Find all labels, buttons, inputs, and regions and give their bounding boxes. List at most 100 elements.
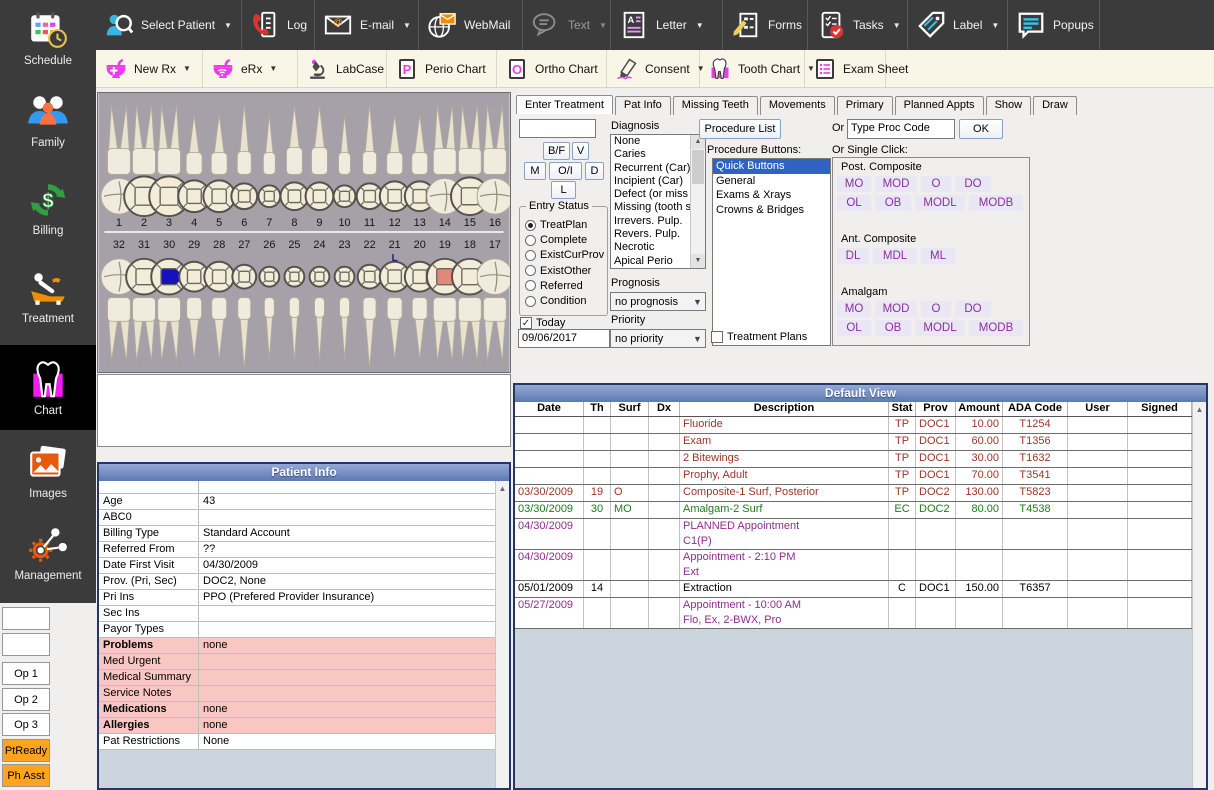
column-header-user[interactable]: User bbox=[1068, 402, 1128, 416]
operatory-cell-blank-0[interactable] bbox=[2, 607, 50, 630]
diagnosis-item-necrotic[interactable]: Necrotic bbox=[611, 241, 690, 254]
chevron-down-icon[interactable]: ▼ bbox=[403, 21, 411, 30]
quick-button-ant-composite-mdl[interactable]: MDL bbox=[873, 248, 917, 264]
surface-button-o-i[interactable]: O/I bbox=[549, 162, 582, 180]
entry-status-radio-condition[interactable]: Condition bbox=[525, 295, 586, 307]
operatory-cell-op-3[interactable]: Op 3 bbox=[2, 713, 50, 736]
diagnosis-item-revers-pulp[interactable]: Revers. Pulp. bbox=[611, 228, 690, 241]
patient-info-scrollbar[interactable]: ▲ bbox=[495, 481, 509, 788]
chevron-down-icon[interactable]: ▼ bbox=[183, 64, 191, 73]
quick-button-post-composite-mod[interactable]: MOD bbox=[875, 176, 917, 192]
procedure-category-exams-xrays[interactable]: Exams & Xrays bbox=[713, 188, 830, 203]
column-header-prov[interactable]: Prov bbox=[916, 402, 956, 416]
quick-button-post-composite-modb[interactable]: MODB bbox=[969, 195, 1023, 211]
toolbar-button-label[interactable]: Label▼ bbox=[908, 0, 1008, 50]
rx-toolbar-button-exam-sheet[interactable]: Exam Sheet bbox=[805, 50, 886, 87]
procedure-category-general[interactable]: General bbox=[713, 174, 830, 189]
column-header-dx[interactable]: Dx bbox=[649, 402, 680, 416]
procedure-row-4[interactable]: Prophy, AdultTPDOC170.00T3541 bbox=[515, 468, 1192, 485]
procedure-category-crowns-bridges[interactable]: Crowns & Bridges bbox=[713, 203, 830, 218]
toolbar-button-webmail[interactable]: WebMail bbox=[419, 0, 523, 50]
column-header-th[interactable]: Th bbox=[584, 402, 611, 416]
rx-toolbar-button-new-rx[interactable]: New Rx▼ bbox=[96, 50, 203, 87]
quick-button-ant-composite-ml[interactable]: ML bbox=[921, 248, 955, 264]
operatory-cell-ptready[interactable]: PtReady bbox=[2, 739, 50, 762]
surface-button-l[interactable]: L bbox=[551, 181, 576, 199]
rx-toolbar-button-ortho-chart[interactable]: OOrtho Chart bbox=[497, 50, 607, 87]
chevron-down-icon[interactable]: ▼ bbox=[893, 21, 901, 30]
sidebar-item-treatment[interactable]: Treatment bbox=[0, 254, 96, 338]
sidebar-item-billing[interactable]: $Billing bbox=[0, 166, 96, 250]
operatory-cell-blank-1[interactable] bbox=[2, 633, 50, 656]
column-header-description[interactable]: Description bbox=[680, 402, 889, 416]
scroll-thumb[interactable] bbox=[692, 150, 704, 184]
operatory-cell-ph-asst[interactable]: Ph Asst bbox=[2, 764, 50, 787]
procedure-list-button[interactable]: Procedure List bbox=[699, 119, 781, 139]
sidebar-item-family[interactable]: Family bbox=[0, 80, 96, 160]
surface-button-b-f[interactable]: B/F bbox=[543, 142, 570, 160]
chevron-down-icon[interactable]: ▼ bbox=[991, 21, 999, 30]
entry-status-radio-complete[interactable]: Complete bbox=[525, 234, 587, 246]
toolbar-button-forms[interactable]: Forms bbox=[723, 0, 808, 50]
sidebar-item-chart[interactable]: Chart bbox=[0, 345, 96, 430]
column-header-signed[interactable]: Signed bbox=[1128, 402, 1192, 416]
tab-show[interactable]: Show bbox=[986, 96, 1032, 115]
toolbar-button-log[interactable]: Log bbox=[242, 0, 315, 50]
sidebar-item-management[interactable]: Management bbox=[0, 513, 96, 593]
diagnosis-item-recurrent-car[interactable]: Recurrent (Car) bbox=[611, 162, 690, 175]
procedure-row-10[interactable]: 05/27/2009Appointment - 10:00 AM Flo, Ex… bbox=[515, 598, 1192, 629]
rx-toolbar-button-consent[interactable]: Consent▼ bbox=[607, 50, 700, 87]
quick-button-amalgam-mod[interactable]: MOD bbox=[875, 301, 917, 317]
entry-status-radio-referred[interactable]: Referred bbox=[525, 280, 583, 292]
rx-toolbar-button-labcase[interactable]: LabCase bbox=[298, 50, 387, 87]
quick-button-post-composite-mo[interactable]: MO bbox=[837, 176, 871, 192]
procedure-row-9[interactable]: 05/01/200914ExtractionCDOC1150.00T6357 bbox=[515, 581, 1192, 598]
column-header-surf[interactable]: Surf bbox=[611, 402, 649, 416]
quick-button-amalgam-mo[interactable]: MO bbox=[837, 301, 871, 317]
toolbar-button-tasks[interactable]: Tasks▼ bbox=[808, 0, 908, 50]
column-header-ada-code[interactable]: ADA Code bbox=[1003, 402, 1068, 416]
diagnosis-item-incipient-car[interactable]: Incipient (Car) bbox=[611, 175, 690, 188]
procedure-entry-input[interactable] bbox=[519, 119, 596, 138]
quick-button-post-composite-do[interactable]: DO bbox=[955, 176, 991, 192]
chevron-down-icon[interactable]: ▼ bbox=[269, 64, 277, 73]
entry-status-radio-existother[interactable]: ExistOther bbox=[525, 265, 591, 277]
quick-button-ant-composite-dl[interactable]: DL bbox=[837, 248, 869, 264]
chevron-down-icon[interactable]: ▼ bbox=[599, 21, 607, 30]
quick-button-amalgam-modb[interactable]: MODB bbox=[969, 320, 1023, 336]
quick-button-post-composite-ol[interactable]: OL bbox=[837, 195, 871, 211]
quick-button-amalgam-modl[interactable]: MODL bbox=[915, 320, 965, 336]
operatory-cell-op-1[interactable]: Op 1 bbox=[2, 662, 50, 685]
progress-notes-scrollbar[interactable]: ▲ bbox=[1192, 402, 1206, 788]
diagnosis-item-irrevers-pulp[interactable]: Irrevers. Pulp. bbox=[611, 215, 690, 228]
rx-toolbar-button-erx[interactable]: eRx▼ bbox=[203, 50, 298, 87]
surface-button-v[interactable]: V bbox=[572, 142, 589, 160]
ok-button[interactable]: OK bbox=[959, 119, 1003, 139]
proc-code-input[interactable]: Type Proc Code bbox=[847, 119, 955, 139]
operatory-cell-op-2[interactable]: Op 2 bbox=[2, 688, 50, 711]
procedure-row-1[interactable]: FluorideTPDOC110.00T1254 bbox=[515, 417, 1192, 434]
quick-button-post-composite-ob[interactable]: OB bbox=[875, 195, 911, 211]
entry-status-radio-existcurprov[interactable]: ExistCurProv bbox=[525, 249, 604, 261]
today-checkbox[interactable]: ✓Today bbox=[520, 317, 565, 329]
rx-toolbar-button-perio-chart[interactable]: PPerio Chart bbox=[387, 50, 497, 87]
procedure-row-5[interactable]: 03/30/200919OComposite-1 Surf, Posterior… bbox=[515, 485, 1192, 502]
column-header-date[interactable]: Date bbox=[515, 402, 584, 416]
diagnosis-item-none[interactable]: None bbox=[611, 135, 690, 148]
surface-button-d[interactable]: D bbox=[585, 162, 604, 180]
quick-button-amalgam-o[interactable]: O bbox=[921, 301, 951, 317]
tab-pat-info[interactable]: Pat Info bbox=[615, 96, 671, 115]
procedure-date-input[interactable]: 09/06/2017 bbox=[518, 329, 610, 348]
quick-button-post-composite-modl[interactable]: MODL bbox=[915, 195, 965, 211]
chevron-down-icon[interactable]: ▼ bbox=[696, 21, 704, 30]
quick-button-post-composite-o[interactable]: O bbox=[921, 176, 951, 192]
toolbar-button-popups[interactable]: Popups bbox=[1008, 0, 1100, 50]
diagnosis-item-missing-tooth-s[interactable]: Missing (tooth s bbox=[611, 201, 690, 214]
quick-button-amalgam-ob[interactable]: OB bbox=[875, 320, 911, 336]
rx-toolbar-button-tooth-chart[interactable]: Tooth Chart▼ bbox=[700, 50, 805, 87]
treatment-plans-checkbox[interactable]: Treatment Plans bbox=[711, 331, 807, 343]
tab-enter-treatment[interactable]: Enter Treatment bbox=[516, 95, 613, 114]
entry-status-radio-treatplan[interactable]: TreatPlan bbox=[525, 219, 587, 231]
prognosis-dropdown[interactable]: no prognosis▼ bbox=[610, 292, 706, 311]
procedure-category-quick-buttons[interactable]: Quick Buttons bbox=[713, 159, 830, 174]
